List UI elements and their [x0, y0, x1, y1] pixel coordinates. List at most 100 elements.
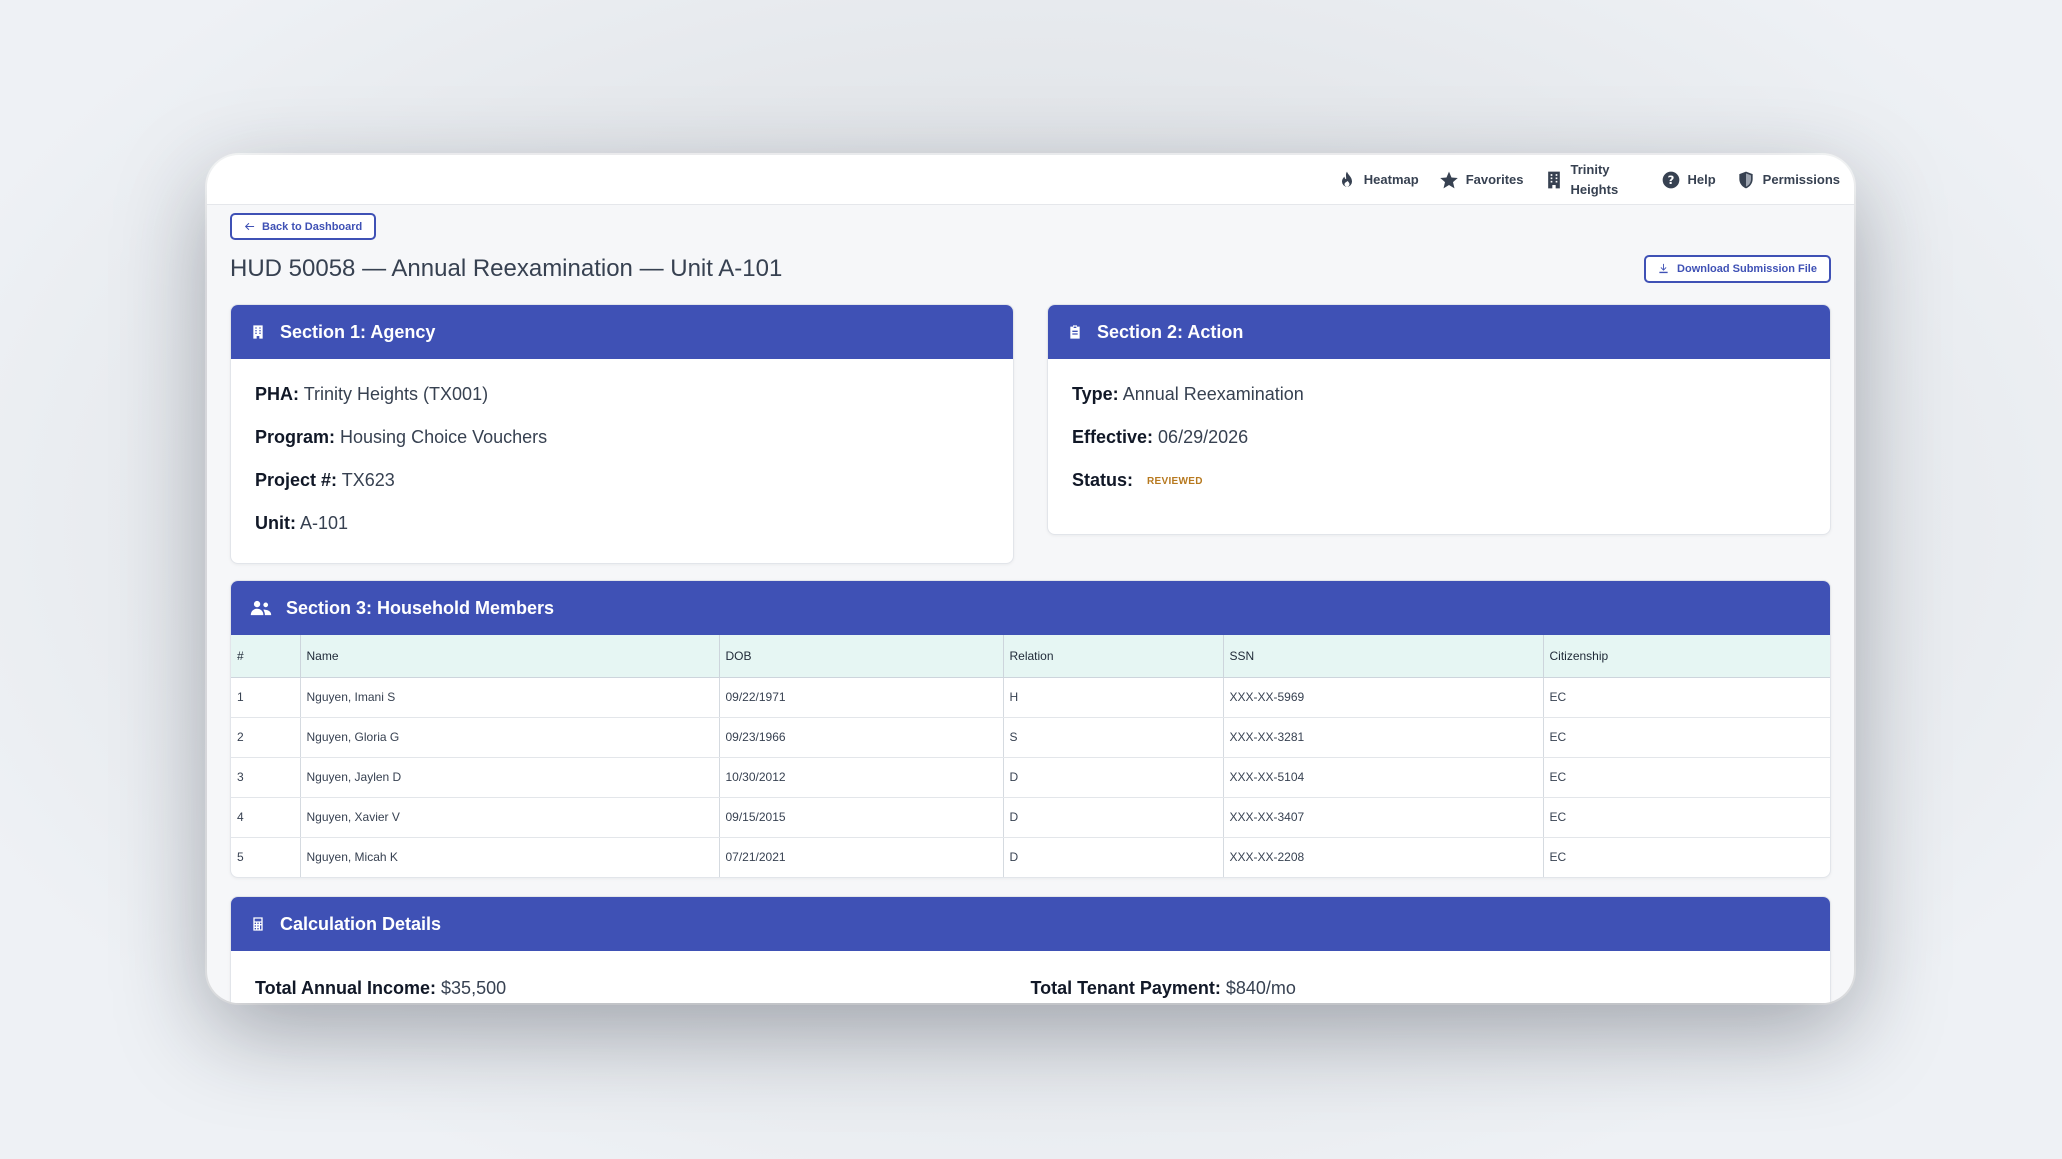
table-cell: 09/22/1971	[719, 677, 1004, 718]
income-label: Total Annual Income:	[255, 978, 437, 998]
nav-property[interactable]: Trinity Heights	[1544, 160, 1641, 200]
table-cell: Nguyen, Micah K	[300, 837, 720, 877]
table-cell: 2	[231, 717, 301, 758]
type-label: Type:	[1072, 384, 1119, 404]
download-button-label: Download Submission File	[1677, 262, 1817, 275]
project-value: TX623	[341, 470, 395, 490]
table-cell: H	[1003, 677, 1224, 718]
table-cell: 09/23/1966	[719, 717, 1004, 758]
table-cell: EC	[1543, 797, 1830, 838]
unit-value: A-101	[300, 513, 349, 533]
nav-heatmap[interactable]: Heatmap	[1337, 170, 1419, 190]
users-icon	[250, 600, 272, 616]
agency-card: Section 1: Agency PHA: Trinity Heights (…	[230, 304, 1014, 564]
nav-heatmap-label: Heatmap	[1363, 172, 1419, 187]
nav-permissions-label: Permissions	[1762, 172, 1840, 187]
table-cell: 3	[231, 757, 301, 798]
column-header[interactable]: Name	[300, 635, 720, 678]
ttp-field: Total Tenant Payment: $840/mo	[1031, 977, 1807, 1000]
effective-field: Effective: 06/29/2026	[1072, 426, 1806, 449]
table-cell: 5	[231, 837, 301, 877]
household-card-header: Section 3: Household Members	[231, 581, 1830, 635]
table-cell: 09/15/2015	[719, 797, 1004, 838]
calculation-card: Calculation Details Total Annual Income:…	[230, 896, 1831, 1003]
column-header[interactable]: Citizenship	[1543, 635, 1830, 678]
download-icon	[1659, 263, 1668, 274]
income-field: Total Annual Income: $35,500	[255, 977, 1031, 1000]
table-cell: 10/30/2012	[719, 757, 1004, 798]
table-cell: D	[1003, 797, 1224, 838]
program-label: Program:	[255, 427, 336, 447]
nav-help[interactable]: ? Help	[1661, 170, 1716, 190]
status-label: Status:	[1072, 470, 1134, 490]
household-card: Section 3: Household Members # Name DOB …	[230, 580, 1831, 878]
action-card-header: Section 2: Action	[1048, 305, 1830, 359]
star-icon	[1439, 171, 1458, 188]
household-table: # Name DOB Relation SSN Citizenship 1 Ng…	[231, 635, 1830, 877]
building-icon	[1547, 171, 1560, 188]
shield-icon	[1739, 171, 1753, 188]
help-icon: ?	[1662, 171, 1679, 188]
calculator-icon	[253, 917, 263, 931]
table-cell: Nguyen, Xavier V	[300, 797, 720, 838]
table-cell: XXX-XX-2208	[1223, 837, 1544, 877]
type-value: Annual Reexamination	[1122, 384, 1304, 404]
table-cell: XXX-XX-3407	[1223, 797, 1544, 838]
clipboard-icon	[1070, 325, 1080, 339]
table-cell: 1	[231, 677, 301, 718]
nav-favorites[interactable]: Favorites	[1439, 170, 1524, 190]
table-cell: D	[1003, 837, 1224, 877]
household-card-title: Section 3: Household Members	[286, 597, 555, 618]
arrow-left-icon	[244, 222, 255, 231]
table-cell: EC	[1549, 850, 1567, 865]
pha-field: PHA: Trinity Heights (TX001)	[255, 383, 989, 406]
nav-help-label: Help	[1687, 172, 1716, 187]
project-field: Project #: TX623	[255, 469, 989, 492]
action-card-title: Section 2: Action	[1097, 321, 1244, 342]
project-label: Project #:	[255, 470, 338, 490]
column-header[interactable]: Relation	[1003, 635, 1224, 678]
ttp-value: $840/mo	[1225, 978, 1296, 998]
agency-card-title: Section 1: Agency	[280, 321, 436, 342]
nav-permissions[interactable]: Permissions	[1736, 170, 1840, 190]
calculation-card-title: Calculation Details	[280, 913, 442, 934]
column-header[interactable]: #	[231, 635, 301, 678]
effective-label: Effective:	[1072, 427, 1154, 447]
back-to-dashboard-button[interactable]: Back to Dashboard	[230, 213, 377, 240]
table-row: 3 Nguyen, Jaylen D 10/30/2012 D XXX-XX-5…	[231, 757, 1830, 798]
ttp-label: Total Tenant Payment:	[1030, 978, 1221, 998]
unit-field: Unit: A-101	[255, 512, 989, 535]
type-field: Type: Annual Reexamination	[1072, 383, 1806, 406]
download-submission-button[interactable]: Download Submission File	[1644, 254, 1831, 283]
table-cell: Nguyen, Imani S	[300, 677, 720, 718]
table-cell: XXX-XX-5104	[1223, 757, 1544, 798]
agency-card-header: Section 1: Agency	[231, 305, 1013, 359]
pha-label: PHA:	[255, 384, 299, 404]
building-icon	[253, 325, 263, 339]
status-badge: REVIEWED	[1147, 475, 1203, 487]
column-header[interactable]: DOB	[719, 635, 1004, 678]
status-field: Status: REVIEWED	[1072, 469, 1806, 493]
program-value: Housing Choice Vouchers	[340, 427, 548, 447]
table-cell: 07/21/2021	[719, 837, 1004, 877]
table-header-row: # Name DOB Relation SSN Citizenship	[231, 635, 1830, 678]
table-cell: D	[1003, 757, 1224, 798]
table-cell: XXX-XX-3281	[1223, 717, 1544, 758]
flame-icon	[1341, 171, 1352, 187]
table-cell: S	[1003, 717, 1224, 758]
action-card: Section 2: Action Type: Annual Reexamina…	[1047, 304, 1831, 535]
page-title: HUD 50058 — Annual Reexamination — Unit …	[230, 254, 783, 282]
nav-property-label: Trinity Heights	[1570, 161, 1619, 197]
table-cell: Nguyen, Jaylen D	[300, 757, 720, 798]
column-header[interactable]: SSN	[1223, 635, 1544, 678]
svg-text:?: ?	[1667, 173, 1674, 187]
income-value: $35,500	[441, 978, 507, 998]
table-cell: EC	[1543, 757, 1830, 798]
table-row: 2 Nguyen, Gloria G 09/23/1966 S XXX-XX-3…	[231, 717, 1830, 758]
table-row: 1 Nguyen, Imani S 09/22/1971 H XXX-XX-59…	[231, 677, 1830, 718]
calculation-card-header: Calculation Details	[231, 897, 1830, 951]
table-cell: Nguyen, Gloria G	[300, 717, 720, 758]
effective-value: 06/29/2026	[1158, 427, 1249, 447]
app-window: Heatmap Favorites Trinity Heights ? Help…	[207, 155, 1854, 1003]
table-cell: EC	[1543, 677, 1830, 718]
